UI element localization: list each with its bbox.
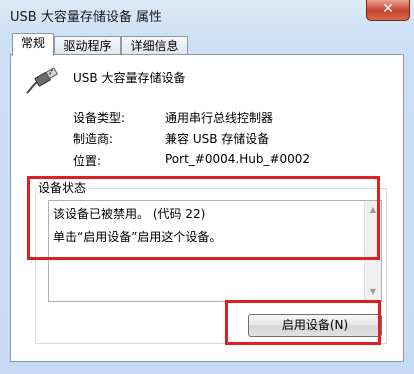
manufacturer-value: 兼容 USB 存储设备 <box>165 132 270 146</box>
tab-driver[interactable]: 驱动程序 <box>54 36 121 55</box>
properties-window: USB 大容量存储设备 属性 ✕ 常规 驱动程序 详细信息 USB 大容量存储设… <box>0 0 414 374</box>
window-title: USB 大容量存储设备 属性 <box>10 10 162 25</box>
manufacturer-label: 制造商: <box>73 132 114 146</box>
status-line-disabled: 该设备已被禁用。 (代码 22) <box>53 207 206 221</box>
tab-general-label: 常规 <box>20 36 45 50</box>
tab-details[interactable]: 详细信息 <box>121 36 188 55</box>
close-icon: ✕ <box>382 1 394 17</box>
device-name: USB 大容量存储设备 <box>73 71 186 85</box>
status-scrollbar[interactable]: ▲ ▼ <box>364 201 381 301</box>
enable-device-button[interactable]: 启用设备(N) <box>248 314 382 337</box>
usb-plug-icon <box>26 67 59 94</box>
title-bar[interactable]: USB 大容量存储设备 属性 ✕ <box>0 0 414 30</box>
close-button[interactable]: ✕ <box>366 0 410 21</box>
scroll-up-icon[interactable]: ▲ <box>365 202 381 218</box>
scroll-down-icon[interactable]: ▼ <box>365 284 381 300</box>
location-value: Port_#0004.Hub_#0002 <box>165 152 311 166</box>
tab-general[interactable]: 常规 <box>12 33 54 56</box>
location-label: 位置: <box>73 154 102 168</box>
device-status-textbox[interactable]: 该设备已被禁用。 (代码 22) 单击“启用设备”启用这个设备。 ▲ ▼ <box>48 200 382 302</box>
tab-details-label: 详细信息 <box>130 39 179 53</box>
enable-device-button-label: 启用设备(N) <box>281 318 349 332</box>
device-type-label: 设备类型: <box>73 111 126 125</box>
status-line-hint: 单击“启用设备”启用这个设备。 <box>53 230 222 244</box>
device-type-value: 通用串行总线控制器 <box>165 111 274 125</box>
tab-driver-label: 驱动程序 <box>63 39 112 53</box>
device-status-legend: 设备状态 <box>36 179 89 196</box>
general-tab-panel: USB 大容量存储设备 设备类型: 通用串行总线控制器 制造商: 兼容 USB … <box>10 54 404 362</box>
